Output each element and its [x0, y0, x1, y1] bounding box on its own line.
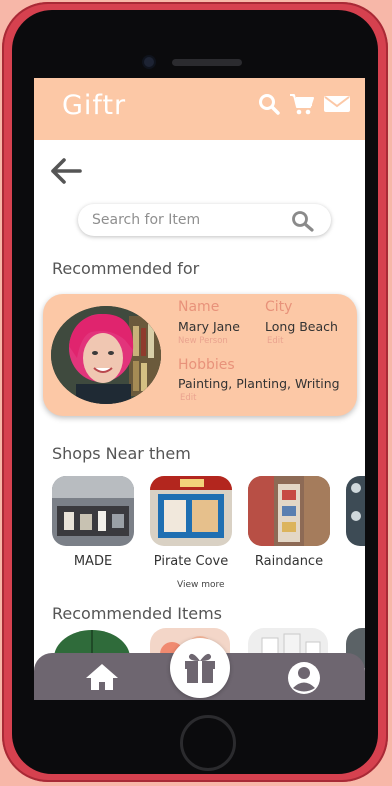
recommended-items-title: Recommended Items	[52, 604, 222, 623]
shop-name: Pirate Cove	[153, 554, 229, 569]
shop-thumbnail	[52, 476, 134, 546]
front-camera	[144, 57, 154, 67]
person-name: Mary Jane	[178, 319, 240, 334]
shop-card[interactable]	[346, 476, 365, 546]
shops-near-title: Shops Near them	[52, 444, 191, 463]
recommended-person-card[interactable]: Name Mary Jane New Person City Long Beac…	[43, 294, 357, 416]
search-input[interactable]: Search for Item	[78, 204, 331, 236]
home-icon[interactable]	[84, 662, 120, 696]
shop-thumbnail	[150, 476, 232, 546]
gift-icon	[182, 650, 218, 688]
person-hobbies: Painting, Planting, Writing	[178, 376, 340, 391]
shop-card[interactable]: Raindance	[248, 476, 330, 569]
profile-icon[interactable]	[286, 661, 322, 699]
header-actions	[257, 92, 351, 116]
app-logo: Giftr	[62, 90, 127, 121]
shop-card[interactable]: MADE	[52, 476, 134, 569]
gift-tab-button[interactable]	[170, 638, 230, 698]
app-header: Giftr	[34, 78, 365, 140]
search-icon[interactable]	[291, 210, 315, 236]
home-hardware-button[interactable]	[180, 715, 236, 771]
cart-icon[interactable]	[289, 92, 315, 116]
search-placeholder: Search for Item	[92, 212, 201, 228]
mail-icon[interactable]	[323, 92, 351, 116]
earpiece-speaker	[172, 59, 242, 66]
shops-carousel[interactable]: MADE Pirate Cove Raindance	[52, 476, 365, 586]
back-arrow-icon[interactable]	[50, 158, 82, 188]
city-edit-link[interactable]: Edit	[267, 336, 283, 346]
shop-thumbnail	[248, 476, 330, 546]
city-label: City	[265, 299, 293, 315]
app-screen: Giftr Search for Item Recommended for Na…	[34, 78, 365, 700]
shop-card[interactable]: Pirate Cove	[150, 476, 232, 569]
recommended-for-title: Recommended for	[52, 259, 200, 278]
person-city: Long Beach	[265, 319, 338, 334]
shop-thumbnail	[346, 476, 365, 546]
hobbies-edit-link[interactable]: Edit	[180, 393, 196, 403]
new-person-link[interactable]: New Person	[178, 336, 228, 346]
shop-name: Raindance	[254, 554, 324, 569]
shop-name: MADE	[73, 554, 113, 569]
search-icon[interactable]	[257, 92, 281, 116]
view-more-link[interactable]: View more	[177, 580, 225, 590]
hobbies-label: Hobbies	[178, 357, 235, 373]
avatar	[51, 306, 161, 404]
name-label: Name	[178, 299, 220, 315]
